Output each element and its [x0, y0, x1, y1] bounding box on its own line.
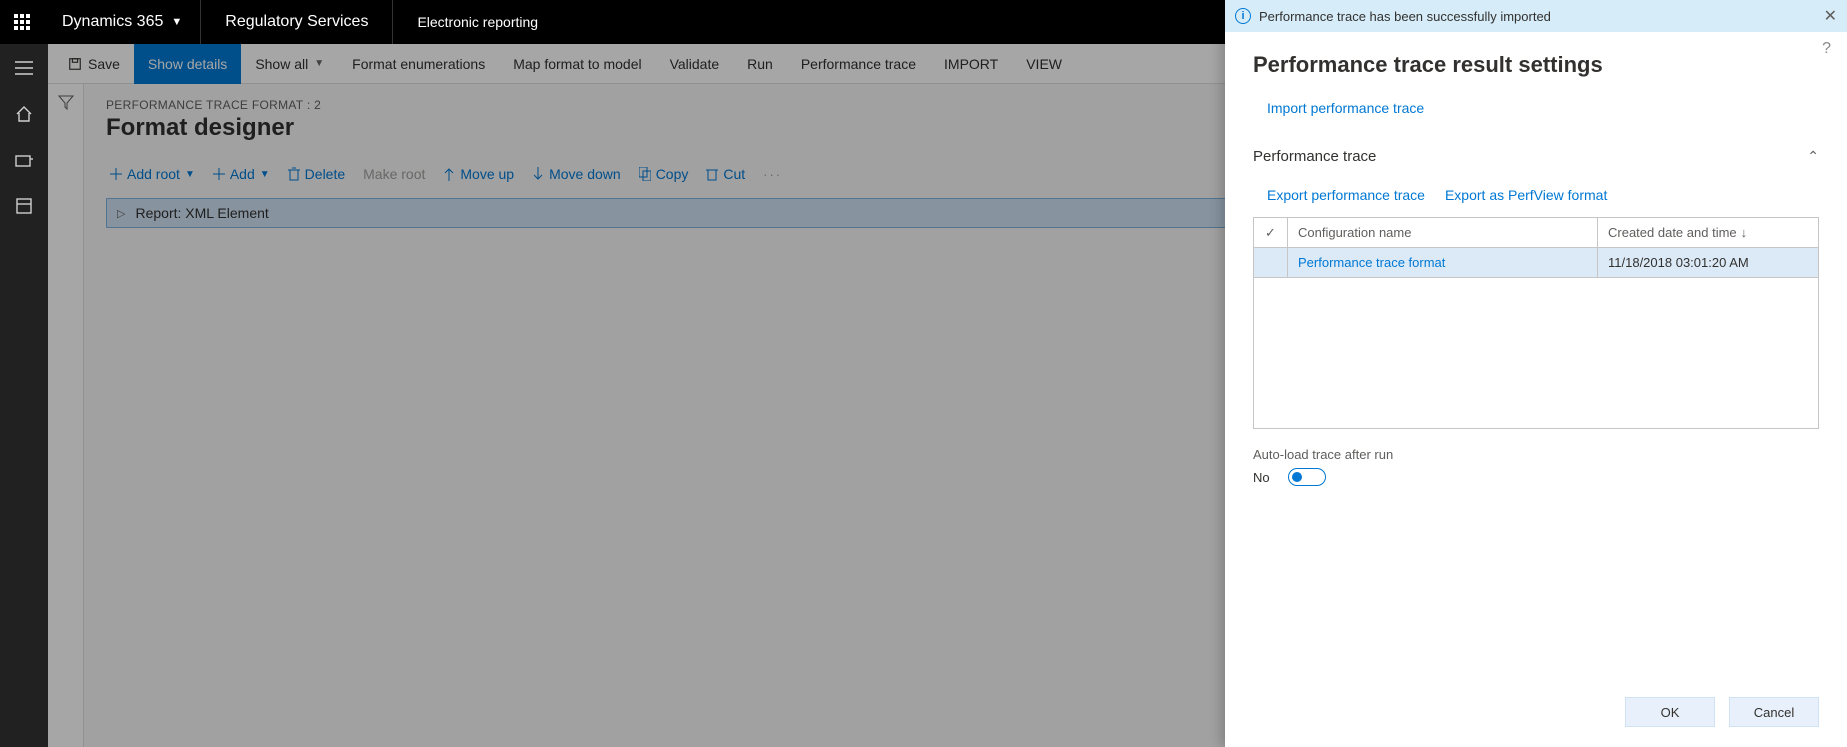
perf-trace-panel: i Performance trace has been successfull… [1225, 0, 1847, 747]
expand-icon[interactable]: ▷ [117, 207, 125, 220]
grid-select-all[interactable]: ✓ [1254, 218, 1288, 247]
save-label: Save [88, 56, 120, 72]
home-icon[interactable] [6, 100, 42, 128]
cell-created-date: 11/18/2018 03:01:20 AM [1598, 248, 1818, 277]
autoload-label: Auto-load trace after run [1253, 447, 1819, 462]
cell-config-name[interactable]: Performance trace format [1288, 248, 1598, 277]
app-launcher-icon[interactable] [0, 0, 44, 44]
show-all-label: Show all [255, 56, 308, 72]
chevron-down-icon: ▼ [260, 169, 270, 180]
chevron-down-icon: ▼ [314, 58, 324, 69]
help-icon[interactable]: ? [1822, 40, 1831, 58]
copy-button[interactable]: Copy [635, 162, 693, 186]
delete-button[interactable]: Delete [284, 162, 349, 186]
brand-menu[interactable]: Dynamics 365 ▼ [44, 0, 201, 44]
sort-down-icon: ↓ [1741, 225, 1748, 240]
move-down-label: Move down [549, 166, 621, 182]
col-config-name[interactable]: Configuration name [1288, 218, 1598, 247]
show-details-label: Show details [148, 56, 227, 72]
import-button[interactable]: IMPORT [930, 44, 1012, 84]
format-enumerations-button[interactable]: Format enumerations [338, 44, 499, 84]
workspace-icon[interactable] [6, 192, 42, 220]
hamburger-icon[interactable] [6, 54, 42, 82]
ok-button[interactable]: OK [1625, 697, 1715, 727]
export-trace-link[interactable]: Export performance trace [1267, 183, 1425, 207]
make-root-button: Make root [359, 162, 429, 186]
copy-label: Copy [656, 166, 689, 182]
add-root-label: Add root [127, 166, 180, 182]
view-button[interactable]: VIEW [1012, 44, 1076, 84]
chevron-down-icon: ▼ [171, 16, 182, 28]
row-checkbox[interactable] [1254, 248, 1288, 277]
save-button[interactable]: Save [54, 44, 134, 84]
filter-icon[interactable] [58, 94, 74, 747]
add-label: Add [230, 166, 255, 182]
col-created-date[interactable]: Created date and time ↓ [1598, 218, 1818, 247]
show-details-button[interactable]: Show details [134, 44, 241, 84]
delete-label: Delete [305, 166, 345, 182]
recent-icon[interactable] [6, 146, 42, 174]
col-created-date-label: Created date and time [1608, 225, 1737, 240]
run-button[interactable]: Run [733, 44, 787, 84]
info-message: Performance trace has been successfully … [1259, 9, 1551, 24]
left-rail [0, 44, 48, 747]
chevron-up-icon: ⌃ [1807, 148, 1819, 165]
add-button[interactable]: Add ▼ [209, 162, 274, 186]
chevron-down-icon: ▼ [185, 169, 195, 180]
add-root-button[interactable]: Add root ▼ [106, 162, 199, 186]
import-trace-link[interactable]: Import performance trace [1267, 96, 1424, 120]
map-format-button[interactable]: Map format to model [499, 44, 655, 84]
info-icon: i [1235, 8, 1251, 24]
close-icon[interactable]: ✕ [1824, 6, 1837, 26]
validate-button[interactable]: Validate [656, 44, 734, 84]
app-area[interactable]: Electronic reporting [393, 14, 562, 30]
move-up-button[interactable]: Move up [439, 162, 518, 186]
export-perfview-link[interactable]: Export as PerfView format [1445, 183, 1607, 207]
move-down-button[interactable]: Move down [528, 162, 625, 186]
panel-title: Performance trace result settings [1253, 52, 1819, 78]
perf-trace-button[interactable]: Performance trace [787, 44, 930, 84]
grid-row[interactable]: Performance trace format 11/18/2018 03:0… [1254, 248, 1818, 278]
move-up-label: Move up [460, 166, 514, 182]
autoload-toggle[interactable] [1288, 468, 1326, 486]
app-title[interactable]: Regulatory Services [201, 0, 393, 44]
autoload-value: No [1253, 470, 1270, 485]
cut-label: Cut [723, 166, 745, 182]
show-all-button[interactable]: Show all ▼ [241, 44, 338, 84]
info-bar: i Performance trace has been successfull… [1225, 0, 1847, 32]
section-perf-trace-label: Performance trace [1253, 148, 1376, 165]
cut-button[interactable]: Cut [702, 162, 749, 186]
tree-row-label: Report: XML Element [135, 205, 268, 221]
more-icon[interactable]: ··· [759, 167, 786, 182]
cancel-button[interactable]: Cancel [1729, 697, 1819, 727]
brand-label: Dynamics 365 [62, 13, 163, 31]
filter-column [48, 84, 84, 747]
trace-grid: ✓ Configuration name Created date and ti… [1253, 217, 1819, 429]
section-perf-trace[interactable]: Performance trace ⌃ [1253, 140, 1819, 173]
